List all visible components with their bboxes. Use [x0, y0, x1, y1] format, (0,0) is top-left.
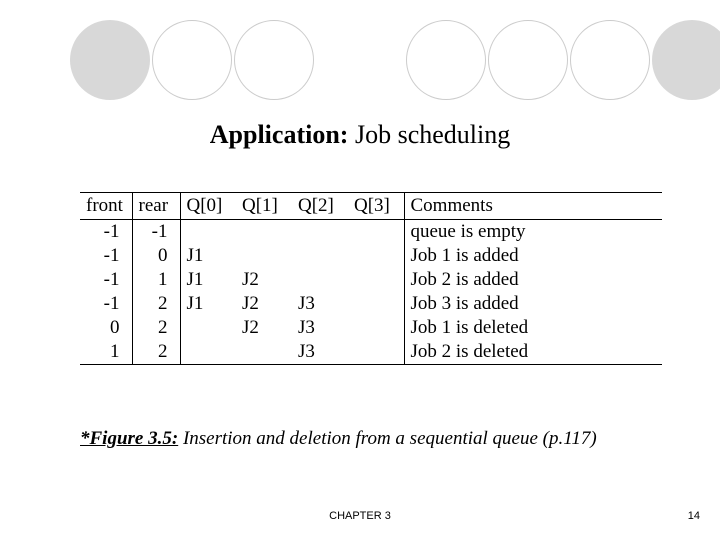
cell-comment: Job 1 is deleted: [404, 316, 662, 340]
col-q2: Q[2]: [292, 193, 348, 220]
circle-icon: [70, 20, 150, 100]
footer-chapter: CHAPTER 3: [0, 510, 720, 522]
circle-icon: [406, 20, 486, 100]
table-row: -11J1J2 Job 2 is added: [80, 268, 662, 292]
cell-q0: J1: [180, 268, 236, 292]
queue-table: front rear Q[0] Q[1] Q[2] Q[3] Comments …: [80, 192, 662, 365]
table-row: -12J1J2J3 Job 3 is added: [80, 292, 662, 316]
cell-front: 1: [80, 340, 132, 365]
circle-icon: [570, 20, 650, 100]
cell-q2: J3: [292, 340, 348, 365]
cell-q3: [348, 316, 404, 340]
cell-q2: J3: [292, 316, 348, 340]
cell-rear: 1: [132, 268, 180, 292]
col-front: front: [80, 193, 132, 220]
col-comments: Comments: [404, 193, 662, 220]
cell-front: 0: [80, 316, 132, 340]
cell-q1: [236, 340, 292, 365]
cell-comment: Job 2 is deleted: [404, 340, 662, 365]
cell-q1: J2: [236, 316, 292, 340]
circle-icon: [488, 20, 568, 100]
cell-q3: [348, 340, 404, 365]
cell-rear: 0: [132, 244, 180, 268]
table-row: -10J1 Job 1 is added: [80, 244, 662, 268]
cell-q0: [180, 220, 236, 245]
col-rear: rear: [132, 193, 180, 220]
cell-front: -1: [80, 244, 132, 268]
cell-q0: J1: [180, 244, 236, 268]
cell-front: -1: [80, 292, 132, 316]
title-rest: Job scheduling: [348, 120, 510, 149]
table-row: -1-1 queue is empty: [80, 220, 662, 245]
cell-q2: [292, 220, 348, 245]
cell-q1: [236, 220, 292, 245]
cell-q2: [292, 244, 348, 268]
cell-q1: J2: [236, 268, 292, 292]
cell-q0: J1: [180, 292, 236, 316]
circle-icon: [234, 20, 314, 100]
circle-icon: [152, 20, 232, 100]
cell-q1: J2: [236, 292, 292, 316]
cell-q3: [348, 244, 404, 268]
title-bold: Application:: [210, 120, 349, 149]
caption-label: *Figure 3.5:: [80, 428, 178, 449]
footer-page-number: 14: [688, 510, 700, 522]
cell-front: -1: [80, 268, 132, 292]
cell-q2: J3: [292, 292, 348, 316]
cell-q0: [180, 316, 236, 340]
cell-q3: [348, 220, 404, 245]
cell-comment: Job 1 is added: [404, 244, 662, 268]
col-q1: Q[1]: [236, 193, 292, 220]
cell-comment: queue is empty: [404, 220, 662, 245]
table-row: 12 J3 Job 2 is deleted: [80, 340, 662, 365]
cell-q2: [292, 268, 348, 292]
col-q0: Q[0]: [180, 193, 236, 220]
page-title: Application: Job scheduling: [0, 120, 720, 150]
col-q3: Q[3]: [348, 193, 404, 220]
cell-q3: [348, 268, 404, 292]
cell-comment: Job 2 is added: [404, 268, 662, 292]
cell-front: -1: [80, 220, 132, 245]
caption-text: Insertion and deletion from a sequential…: [178, 428, 596, 449]
cell-rear: 2: [132, 316, 180, 340]
cell-comment: Job 3 is added: [404, 292, 662, 316]
cell-q3: [348, 292, 404, 316]
figure-caption: *Figure 3.5: Insertion and deletion from…: [80, 428, 597, 450]
table-header-row: front rear Q[0] Q[1] Q[2] Q[3] Comments: [80, 193, 662, 220]
cell-rear: 2: [132, 292, 180, 316]
cell-rear: -1: [132, 220, 180, 245]
cell-q1: [236, 244, 292, 268]
cell-rear: 2: [132, 340, 180, 365]
decorative-circles: [70, 20, 720, 100]
circle-icon: [652, 20, 720, 100]
cell-q0: [180, 340, 236, 365]
table-row: 02 J2J3 Job 1 is deleted: [80, 316, 662, 340]
